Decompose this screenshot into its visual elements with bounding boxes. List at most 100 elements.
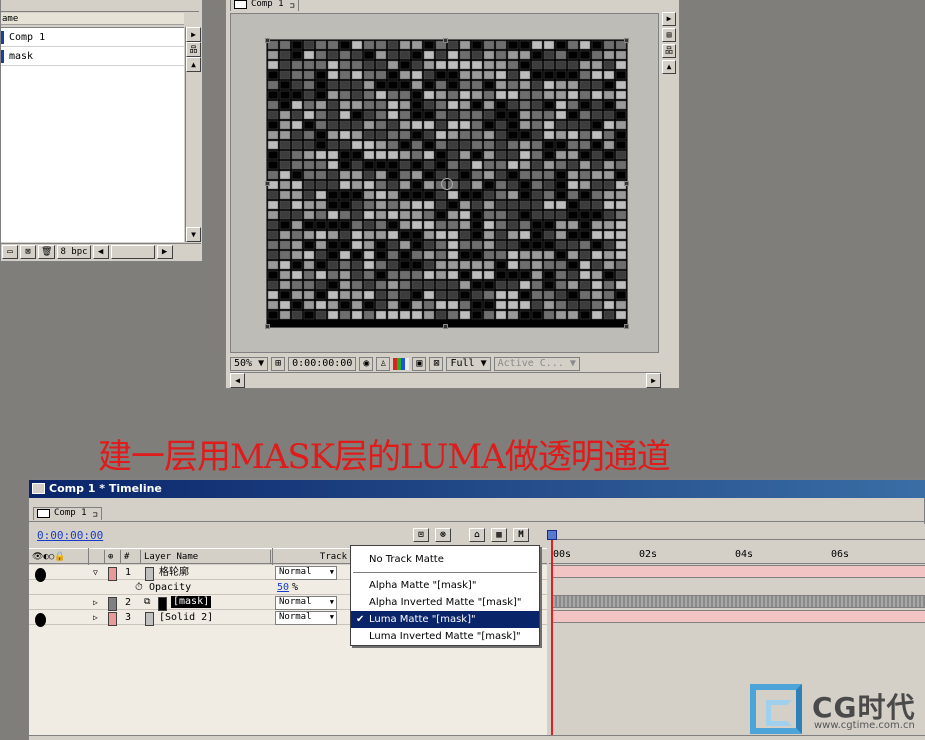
layer-name[interactable]: [mask] (171, 596, 212, 608)
mosaic-tile (531, 190, 543, 200)
layer-name[interactable]: [Solid 2] (159, 610, 213, 624)
playhead-icon[interactable] (547, 530, 557, 540)
close-icon[interactable]: ⊐ (290, 0, 295, 11)
menu-item-no-track-matte[interactable]: No Track Matte (351, 551, 539, 568)
mosaic-tile (543, 210, 555, 220)
flowchart-icon[interactable]: 品 (186, 42, 201, 57)
scroll-right-icon[interactable]: ▶ (646, 373, 661, 388)
close-icon[interactable]: ⊐ (93, 509, 98, 520)
scroll-left-icon[interactable]: ◀ (230, 373, 245, 388)
twirl-down-icon[interactable]: ▽ (93, 565, 98, 579)
timeline-titlebar[interactable]: Comp 1 * Timeline (29, 480, 925, 498)
blend-mode-select[interactable]: Normal (275, 566, 337, 580)
resolution-select[interactable]: Full ▼ (446, 356, 491, 371)
comp-flowchart-icon[interactable]: ⊗ (435, 528, 451, 542)
mosaic-tile (375, 40, 387, 50)
project-vertical-scrollbar[interactable]: ▶ 品 ▲ ▼ (185, 27, 201, 242)
blend-mode-select[interactable]: Normal (275, 596, 337, 610)
list-item[interactable]: mask (1, 47, 184, 66)
safe-zones-icon[interactable]: ⊞ (271, 356, 286, 371)
transform-handle[interactable] (443, 324, 448, 329)
stopwatch-icon[interactable]: ⏱ (135, 580, 143, 594)
current-time-display[interactable]: 0:00:00:00 (37, 529, 103, 542)
mosaic-tile (603, 130, 615, 140)
menu-item-luma-matte[interactable]: ✔ Luma Matte "[mask]" (351, 611, 539, 628)
label-color-swatch[interactable] (108, 612, 117, 626)
time-ruler[interactable]: 00s 02s 04s 06s (549, 548, 925, 564)
transparency-grid-icon[interactable]: ⊠ (429, 356, 444, 371)
layer-name-column-header[interactable]: Layer Name (141, 550, 271, 564)
mosaic-tile (339, 300, 351, 310)
horizontal-scroll-track[interactable] (110, 245, 155, 259)
mosaic-tile (471, 90, 483, 100)
mosaic-tile (399, 220, 411, 230)
draft-3d-icon[interactable]: ⌂ (469, 528, 485, 542)
snapshot-icon[interactable]: ◉ (359, 356, 374, 371)
comp-settings-icon[interactable]: ▤ (662, 28, 676, 42)
transform-handle[interactable] (624, 324, 629, 329)
mosaic-tile (267, 60, 279, 70)
eye-icon[interactable] (35, 613, 46, 627)
active-camera-select[interactable]: Active C... ▼ (493, 356, 580, 371)
timecode-field[interactable]: 0:00:00:00 (288, 356, 357, 371)
comp-viewport[interactable] (230, 13, 659, 353)
layer-duration-bar[interactable] (551, 565, 925, 578)
twirl-right-icon[interactable]: ▷ (93, 610, 98, 624)
mosaic-tile (459, 100, 471, 110)
frame-blending-icon[interactable]: ▦ (491, 528, 507, 542)
mosaic-tile (423, 200, 435, 210)
panel-menu-arrow-icon[interactable]: ▶ (662, 12, 676, 26)
list-item[interactable]: Comp 1 (1, 28, 184, 47)
layer-duration-bar[interactable] (551, 595, 925, 608)
blend-mode-select[interactable]: Normal (275, 611, 337, 625)
mosaic-tile (387, 150, 399, 160)
new-folder-icon[interactable]: ▭ (2, 245, 18, 259)
transform-handle[interactable] (624, 181, 629, 186)
flowchart-icon[interactable]: 品 (662, 44, 676, 58)
region-of-interest-icon[interactable]: ▣ (412, 356, 427, 371)
menu-item-alpha-matte[interactable]: Alpha Matte "[mask]" (351, 577, 539, 594)
label-color-swatch[interactable] (108, 567, 117, 581)
transform-handle[interactable] (265, 181, 270, 186)
tab-comp-1[interactable]: Comp 1 ⊐ (230, 0, 299, 11)
transform-handle[interactable] (443, 38, 448, 43)
scroll-down-icon[interactable]: ▼ (186, 227, 201, 242)
menu-item-alpha-inverted-matte[interactable]: Alpha Inverted Matte "[mask]" (351, 594, 539, 611)
layer-duration-bar[interactable] (551, 610, 925, 623)
comp-horizontal-scrollbar[interactable]: ◀ ▶ (230, 372, 661, 388)
label-column-header[interactable] (89, 550, 105, 564)
scroll-right-icon[interactable]: ▶ (156, 245, 173, 259)
zoom-select[interactable]: 50% ▼ (230, 356, 269, 371)
transform-handle[interactable] (265, 324, 270, 329)
transform-handle[interactable] (624, 38, 629, 43)
column-name-header[interactable]: ame (1, 13, 184, 25)
show-snapshot-icon[interactable]: ♙ (376, 356, 391, 371)
panel-menu-arrow-icon[interactable]: ▶ (186, 27, 201, 42)
mosaic-tile (471, 60, 483, 70)
trash-icon[interactable]: 🗑 (38, 245, 56, 259)
video-hidden-icon[interactable]: ⧉ (144, 595, 150, 609)
mosaic-tile (567, 160, 579, 170)
comp-marker-icon[interactable]: ⊡ (413, 528, 429, 542)
label-color-swatch[interactable] (108, 597, 117, 611)
track-matte-column-header[interactable]: Track (273, 550, 351, 564)
scroll-left-icon[interactable]: ◀ (92, 245, 109, 259)
twirl-right-icon[interactable]: ▷ (93, 595, 98, 609)
channel-color-icon[interactable] (393, 357, 410, 370)
opacity-value[interactable]: 50 (277, 580, 289, 594)
work-area-bar[interactable] (549, 530, 925, 540)
bit-depth-button[interactable]: 8 bpc (57, 245, 91, 259)
transform-handle[interactable] (265, 38, 270, 43)
scroll-up-icon[interactable]: ▲ (186, 57, 201, 72)
shy-icon[interactable]: ⊕ (105, 550, 121, 564)
current-time-indicator[interactable] (547, 530, 557, 740)
scroll-up-icon[interactable]: ▲ (662, 60, 676, 74)
menu-item-luma-inverted-matte[interactable]: Luma Inverted Matte "[mask]" (351, 628, 539, 645)
number-column-header[interactable]: # (121, 550, 141, 564)
new-comp-icon[interactable]: ⊠ (20, 245, 36, 259)
layer-name[interactable]: 格轮廓 (159, 565, 189, 579)
anchor-point-icon[interactable] (441, 178, 453, 190)
av-features-header[interactable]: 👁◐○🔒 (29, 550, 89, 564)
motion-blur-icon[interactable]: M (513, 528, 529, 542)
tab-comp-1[interactable]: Comp 1 ⊐ (33, 507, 102, 520)
